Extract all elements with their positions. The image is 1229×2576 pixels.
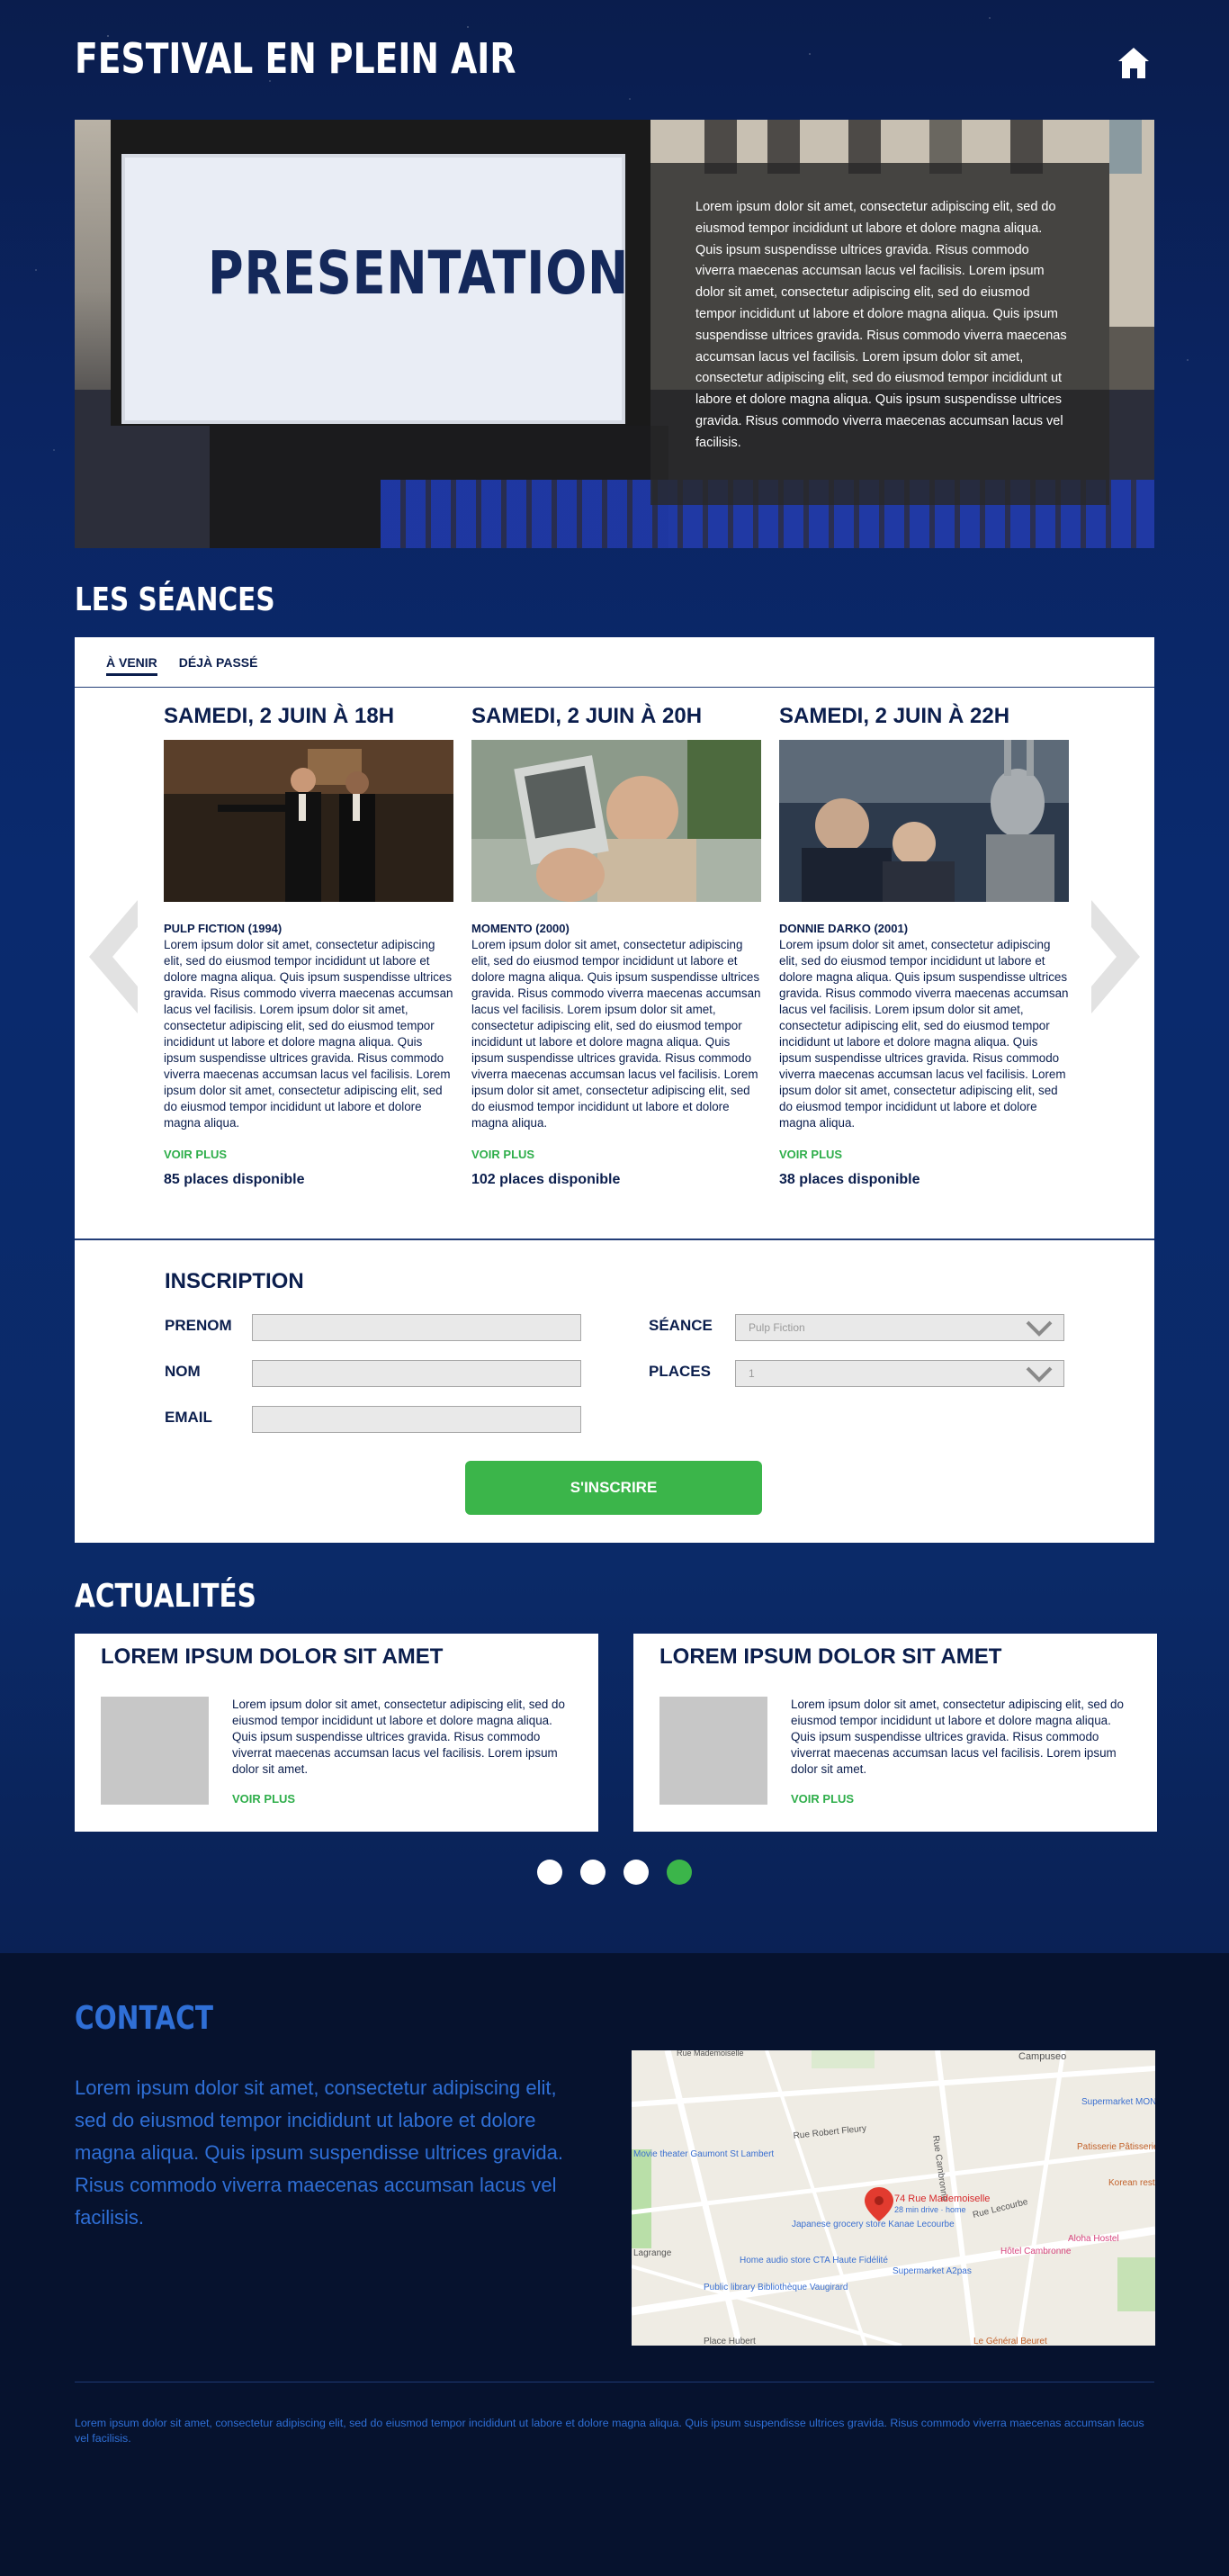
inscrire-button[interactable]: S'INSCRIRE xyxy=(465,1461,762,1515)
places-available: 102 places disponible xyxy=(471,1172,621,1187)
news-card: LOREM IPSUM DOLOR SIT AMET Lorem ipsum d… xyxy=(75,1634,598,1832)
carousel-dot[interactable] xyxy=(623,1860,649,1885)
email-label: EMAIL xyxy=(165,1409,212,1426)
prenom-input[interactable] xyxy=(252,1314,581,1341)
film-description: Lorem ipsum dolor sit amet, consectetur … xyxy=(164,938,453,1130)
presentation-text: Lorem ipsum dolor sit amet, consectetur … xyxy=(650,163,1109,505)
news-card-title: LOREM IPSUM DOLOR SIT AMET xyxy=(101,1644,444,1669)
carousel-next-arrow[interactable] xyxy=(1086,898,1145,1015)
news-thumbnail xyxy=(101,1697,209,1805)
nom-input[interactable] xyxy=(252,1360,581,1387)
seances-tabs: À VENIR DÉJÀ PASSÉ xyxy=(106,655,257,676)
seance-select[interactable]: Pulp Fiction xyxy=(735,1314,1064,1341)
map-label: Supermarket MONOPRIX xyxy=(1081,2097,1155,2107)
map-label: Rue Mademoiselle xyxy=(677,2050,744,2058)
carousel-dot[interactable] xyxy=(580,1860,606,1885)
news-card: LOREM IPSUM DOLOR SIT AMET Lorem ipsum d… xyxy=(633,1634,1157,1832)
section-divider xyxy=(75,1238,1154,1240)
screening-card: SAMEDI, 2 JUIN À 20H MOMENTO (2000) Lore… xyxy=(471,704,761,1188)
map-pin-label: 74 Rue Mademoiselle xyxy=(894,2193,990,2204)
news-card-text: Lorem ipsum dolor sit amet, consectetur … xyxy=(232,1698,565,1776)
chevron-down-icon xyxy=(1026,1366,1053,1383)
places-select-value: 1 xyxy=(749,1367,755,1380)
map-label: Patisserie Pâtisserie La Romainville · P… xyxy=(1077,2142,1155,2152)
news-card-text: Lorem ipsum dolor sit amet, consectetur … xyxy=(791,1698,1124,1776)
map-label: Movie theater Gaumont St Lambert xyxy=(633,2149,774,2159)
nom-label: NOM xyxy=(165,1363,201,1380)
map-label: Le Général Beuret xyxy=(973,2337,1047,2346)
film-title: PULP FICTION (1994) xyxy=(164,922,283,935)
seance-label: SÉANCE xyxy=(649,1317,713,1334)
location-map[interactable]: Campuseo Rue Robert Fleury Rue Cambronne… xyxy=(632,2050,1155,2346)
news-title: ACTUALITÉS xyxy=(75,1578,256,1615)
voir-plus-link[interactable]: VOIR PLUS xyxy=(471,1148,761,1161)
tab-deja-passe[interactable]: DÉJÀ PASSÉ xyxy=(179,655,258,676)
voir-plus-link[interactable]: VOIR PLUS xyxy=(164,1148,453,1161)
tab-divider xyxy=(75,687,1154,688)
places-available: 38 places disponible xyxy=(779,1172,920,1187)
carousel-dots xyxy=(537,1860,692,1885)
screening-date: SAMEDI, 2 JUIN À 20H xyxy=(471,704,703,728)
voir-plus-link[interactable]: VOIR PLUS xyxy=(791,1792,854,1806)
map-label: Japanese grocery store Kanae Lecourbe xyxy=(792,2220,955,2229)
screening-card: SAMEDI, 2 JUIN À 22H DONNIE DARKO (2001)… xyxy=(779,704,1069,1188)
film-poster-image[interactable] xyxy=(164,740,453,902)
film-poster-image[interactable] xyxy=(471,740,761,902)
film-poster-image[interactable] xyxy=(779,740,1069,902)
home-icon[interactable] xyxy=(1116,45,1152,81)
footer-text: Lorem ipsum dolor sit amet, consectetur … xyxy=(75,2417,1144,2445)
map-label: Korean resta xyxy=(1108,2178,1155,2188)
seance-select-value: Pulp Fiction xyxy=(749,1321,805,1334)
map-label: Hôtel Cambronne xyxy=(1000,2247,1072,2256)
screening-card: SAMEDI, 2 JUIN À 18H PULP FICTION (1994)… xyxy=(164,704,453,1188)
seances-title: LES SÉANCES xyxy=(75,581,275,618)
map-label: Home audio store CTA Haute Fidélité xyxy=(740,2256,888,2265)
map-label: Public library Bibliothèque Vaugirard xyxy=(704,2283,848,2292)
map-label: Campuseo xyxy=(1018,2051,1066,2062)
email-input[interactable] xyxy=(252,1406,581,1433)
contact-title: CONTACT xyxy=(75,2000,213,2037)
chevron-down-icon xyxy=(1026,1320,1053,1337)
seances-panel: À VENIR DÉJÀ PASSÉ SAMEDI, 2 JUIN À 18H xyxy=(75,637,1154,1543)
map-label: Place Hubert xyxy=(704,2337,756,2346)
voir-plus-link[interactable]: VOIR PLUS xyxy=(779,1148,1069,1161)
inscription-title: INSCRIPTION xyxy=(165,1269,304,1293)
presentation-banner: PRESENTATION Lorem ipsum dolor sit amet,… xyxy=(75,120,1154,548)
presentation-heading: PRESENTATION xyxy=(208,239,630,308)
carousel-prev-arrow[interactable] xyxy=(84,898,143,1015)
news-card-title: LOREM IPSUM DOLOR SIT AMET xyxy=(659,1644,1002,1669)
places-select[interactable]: 1 xyxy=(735,1360,1064,1387)
places-label: PLACES xyxy=(649,1363,711,1380)
carousel-dot-active[interactable] xyxy=(667,1860,692,1885)
map-label: Supermarket A2pas xyxy=(893,2266,972,2276)
carousel-dot[interactable] xyxy=(537,1860,562,1885)
contact-text: Lorem ipsum dolor sit amet, consectetur … xyxy=(75,2076,563,2229)
film-title: DONNIE DARKO (2001) xyxy=(779,922,909,935)
screening-date: SAMEDI, 2 JUIN À 18H xyxy=(164,704,395,728)
map-label: Aloha Hostel xyxy=(1068,2234,1119,2244)
film-description: Lorem ipsum dolor sit amet, consectetur … xyxy=(779,938,1069,1130)
site-title: FESTIVAL EN PLEIN AIR xyxy=(75,34,516,83)
screening-date: SAMEDI, 2 JUIN À 22H xyxy=(779,704,1010,728)
map-pin-sub: 28 min drive · home xyxy=(894,2205,966,2214)
voir-plus-link[interactable]: VOIR PLUS xyxy=(232,1792,295,1806)
places-available: 85 places disponible xyxy=(164,1172,305,1187)
film-title: MOMENTO (2000) xyxy=(471,922,570,935)
tab-a-venir[interactable]: À VENIR xyxy=(106,655,157,676)
film-description: Lorem ipsum dolor sit amet, consectetur … xyxy=(471,938,761,1130)
news-thumbnail xyxy=(659,1697,767,1805)
prenom-label: PRENOM xyxy=(165,1317,232,1334)
map-label: Lagrange xyxy=(633,2248,672,2258)
